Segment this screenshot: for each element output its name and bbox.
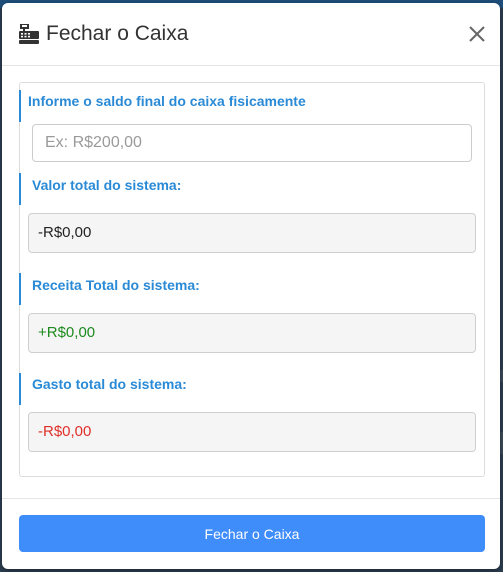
final-balance-input[interactable] bbox=[32, 124, 472, 162]
label-accent-bar bbox=[19, 373, 21, 405]
cash-register-icon bbox=[17, 22, 41, 46]
close-icon[interactable] bbox=[466, 23, 488, 45]
modal-title: Fechar o Caixa bbox=[46, 22, 189, 45]
label-accent-bar bbox=[19, 273, 21, 305]
system-revenue-value: +R$0,00 bbox=[28, 313, 476, 353]
system-revenue-label: Receita Total do sistema: bbox=[32, 277, 200, 293]
final-balance-label: Informe o saldo final do caixa fisicamen… bbox=[28, 93, 306, 109]
system-total-label: Valor total do sistema: bbox=[32, 177, 182, 193]
label-accent-bar bbox=[19, 90, 21, 122]
footer-divider bbox=[2, 498, 500, 499]
close-cash-modal: Fechar o Caixa Informe o saldo final do … bbox=[2, 3, 500, 569]
system-expense-value: -R$0,00 bbox=[28, 412, 476, 452]
label-accent-bar bbox=[19, 173, 21, 205]
close-cash-button[interactable]: Fechar o Caixa bbox=[19, 515, 485, 552]
system-expense-label: Gasto total do sistema: bbox=[32, 376, 187, 392]
system-total-value: -R$0,00 bbox=[28, 213, 476, 253]
modal-header: Fechar o Caixa bbox=[2, 3, 500, 66]
